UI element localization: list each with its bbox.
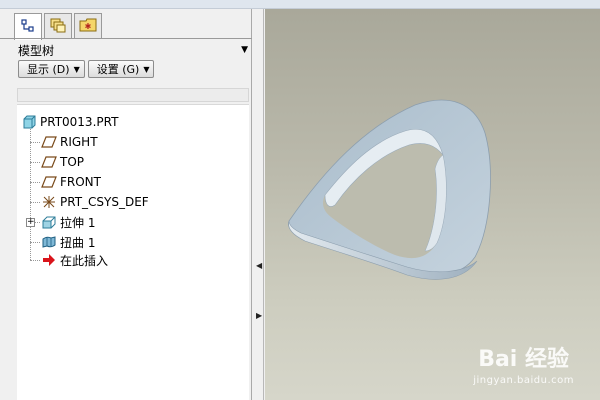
panel-splitter[interactable]: ◀ ▶ [253,9,264,400]
watermark-brand: Bai 经验 [478,347,570,372]
model-tree-panel: ✱ 模型树 ▼ 显示 (D) ▼ 设置 (G) ▼ PRT0013.PRT RI… [0,9,252,400]
show-button[interactable]: 显示 (D) ▼ [18,60,85,78]
tree-item-label: RIGHT [60,135,98,149]
tree-item-label: PRT_CSYS_DEF [60,195,149,209]
watermark-url: jingyan.baidu.com [473,375,574,386]
collapse-left-arrow-icon[interactable]: ◀ [256,261,262,270]
tree-item-label: 扭曲 1 [60,235,96,250]
tree-item-insert-here[interactable]: 在此插入 [41,251,108,269]
model-tree-icon [20,18,36,37]
graphics-viewport[interactable]: Bai 经验 jingyan.baidu.com [265,9,600,400]
tree-item-label: TOP [60,155,85,169]
insert-here-arrow-icon [41,252,57,268]
tree-connector-line [30,182,40,183]
tree-toolbar: 显示 (D) ▼ 设置 (G) ▼ [18,60,157,78]
layers-icon [49,17,67,36]
tree-item-front-plane[interactable]: FRONT [41,173,101,191]
watermark-logo: Bai 经验 [473,341,574,373]
panel-menu-caret-icon[interactable]: ▼ [241,45,248,55]
datum-plane-icon [41,154,57,170]
top-strip [0,0,600,9]
tree-filter-bar[interactable] [17,88,249,102]
model-tree: PRT0013.PRT RIGHT TOP FRONT PRT_CSYS_DEF… [17,104,249,400]
dropdown-arrow-icon: ▼ [73,64,80,74]
tree-connector-line [30,260,40,261]
tree-connector-line [30,242,40,243]
show-button-label: 显示 (D) [27,63,70,76]
tree-item-csys[interactable]: PRT_CSYS_DEF [41,193,149,211]
tree-item-label: 在此插入 [60,253,109,268]
tree-item-right-plane[interactable]: RIGHT [41,133,98,151]
tree-item-extrude[interactable]: 拉伸 1 [41,213,95,231]
tree-item-label: 拉伸 1 [60,215,96,230]
tree-connector-line [30,162,40,163]
extrude-icon [41,214,57,230]
tree-connector-line [35,222,40,223]
tree-item-top-plane[interactable]: TOP [41,153,84,171]
dropdown-arrow-icon: ▼ [143,64,150,74]
tree-item-label: FRONT [60,175,101,189]
tree-connector-line [30,124,31,260]
tab-model-tree[interactable] [14,13,42,40]
favorites-folder-icon: ✱ [79,17,97,36]
coordinate-system-icon [41,194,57,210]
tree-item-warp[interactable]: 扭曲 1 [41,233,95,251]
settings-button[interactable]: 设置 (G) ▼ [87,60,155,78]
part-icon [21,114,37,130]
tree-item-part[interactable]: PRT0013.PRT [21,113,118,131]
tree-item-label: PRT0013.PRT [40,115,119,129]
tree-connector-line [30,202,40,203]
baidu-jingyan-watermark: Bai 经验 jingyan.baidu.com [473,341,574,386]
panel-tab-bar: ✱ [14,13,104,40]
panel-title: 模型树 [18,43,55,58]
settings-button-label: 设置 (G) [96,63,140,76]
datum-plane-icon [41,174,57,190]
tab-divider [0,38,252,39]
tree-connector-line [30,142,40,143]
tab-layers[interactable] [44,13,72,39]
tab-favorites[interactable]: ✱ [74,13,102,39]
svg-text:✱: ✱ [85,22,92,31]
warp-icon [41,234,57,250]
datum-plane-icon [41,134,57,150]
panel-header: 模型树 ▼ [18,42,250,58]
expand-right-arrow-icon[interactable]: ▶ [256,311,262,320]
expand-toggle-icon[interactable]: + [26,218,35,227]
